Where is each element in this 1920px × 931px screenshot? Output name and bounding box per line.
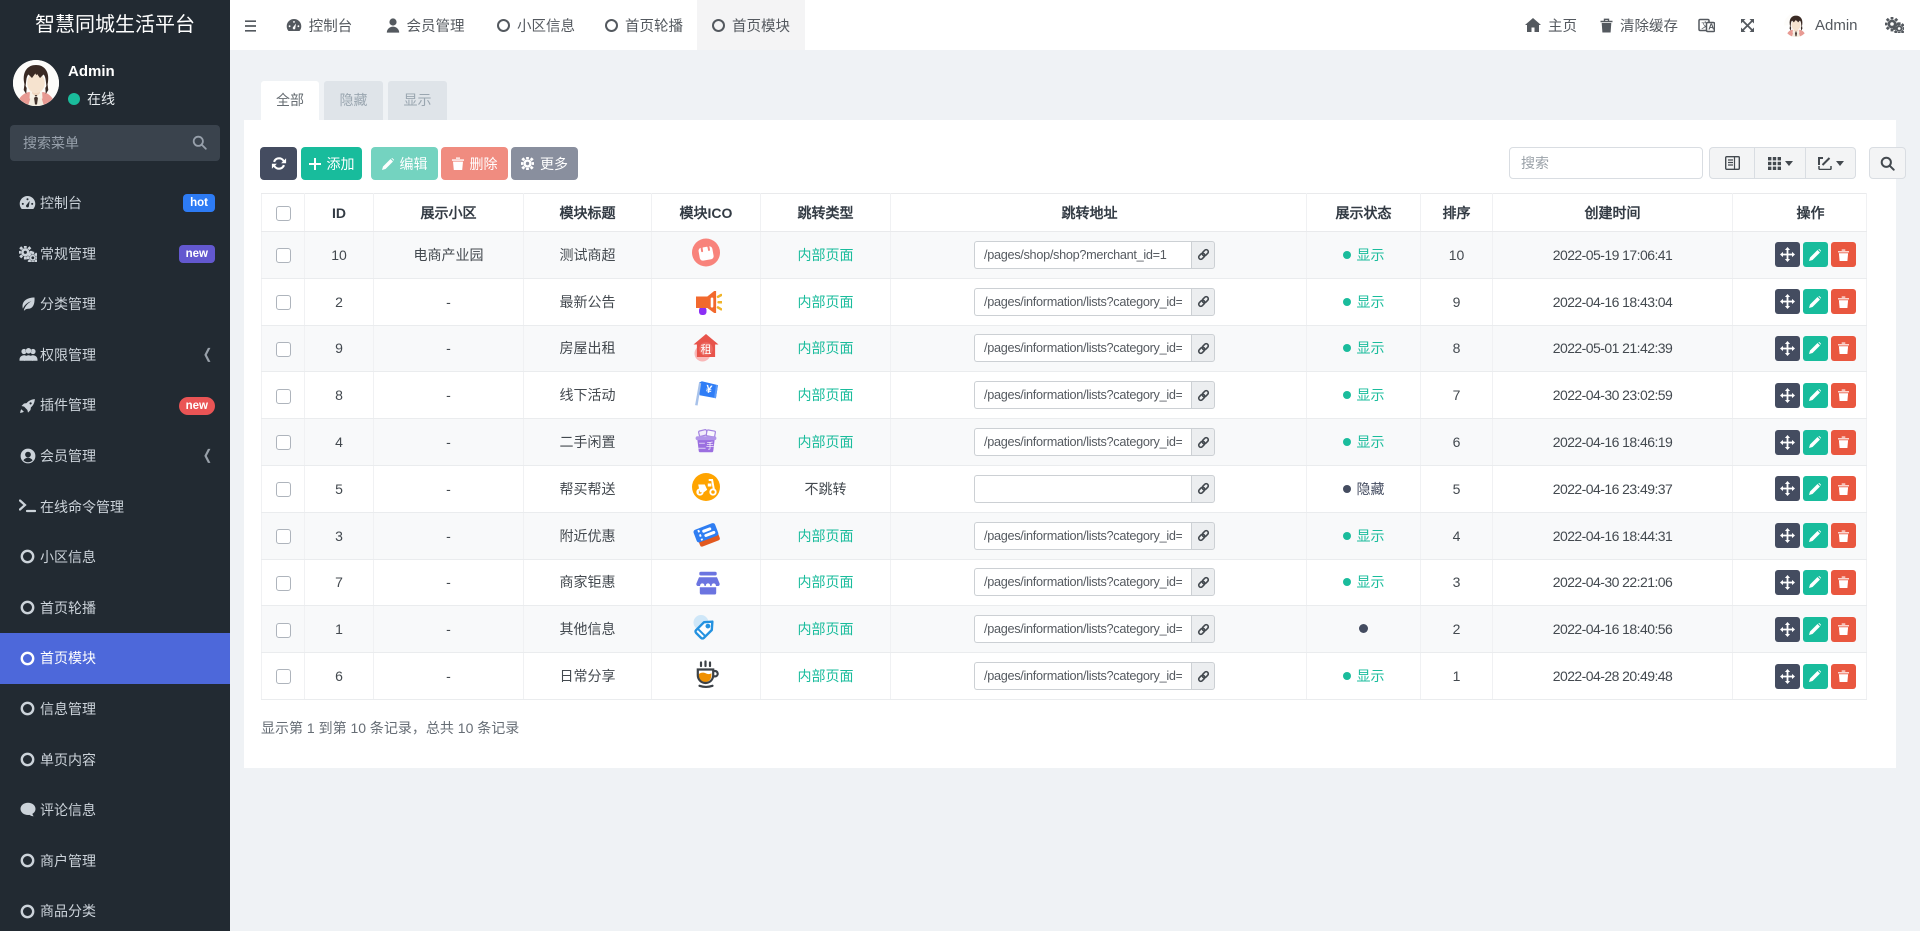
svg-text:二手: 二手 bbox=[698, 440, 714, 450]
svg-text:租: 租 bbox=[701, 343, 712, 356]
svg-text:A: A bbox=[1708, 22, 1714, 32]
